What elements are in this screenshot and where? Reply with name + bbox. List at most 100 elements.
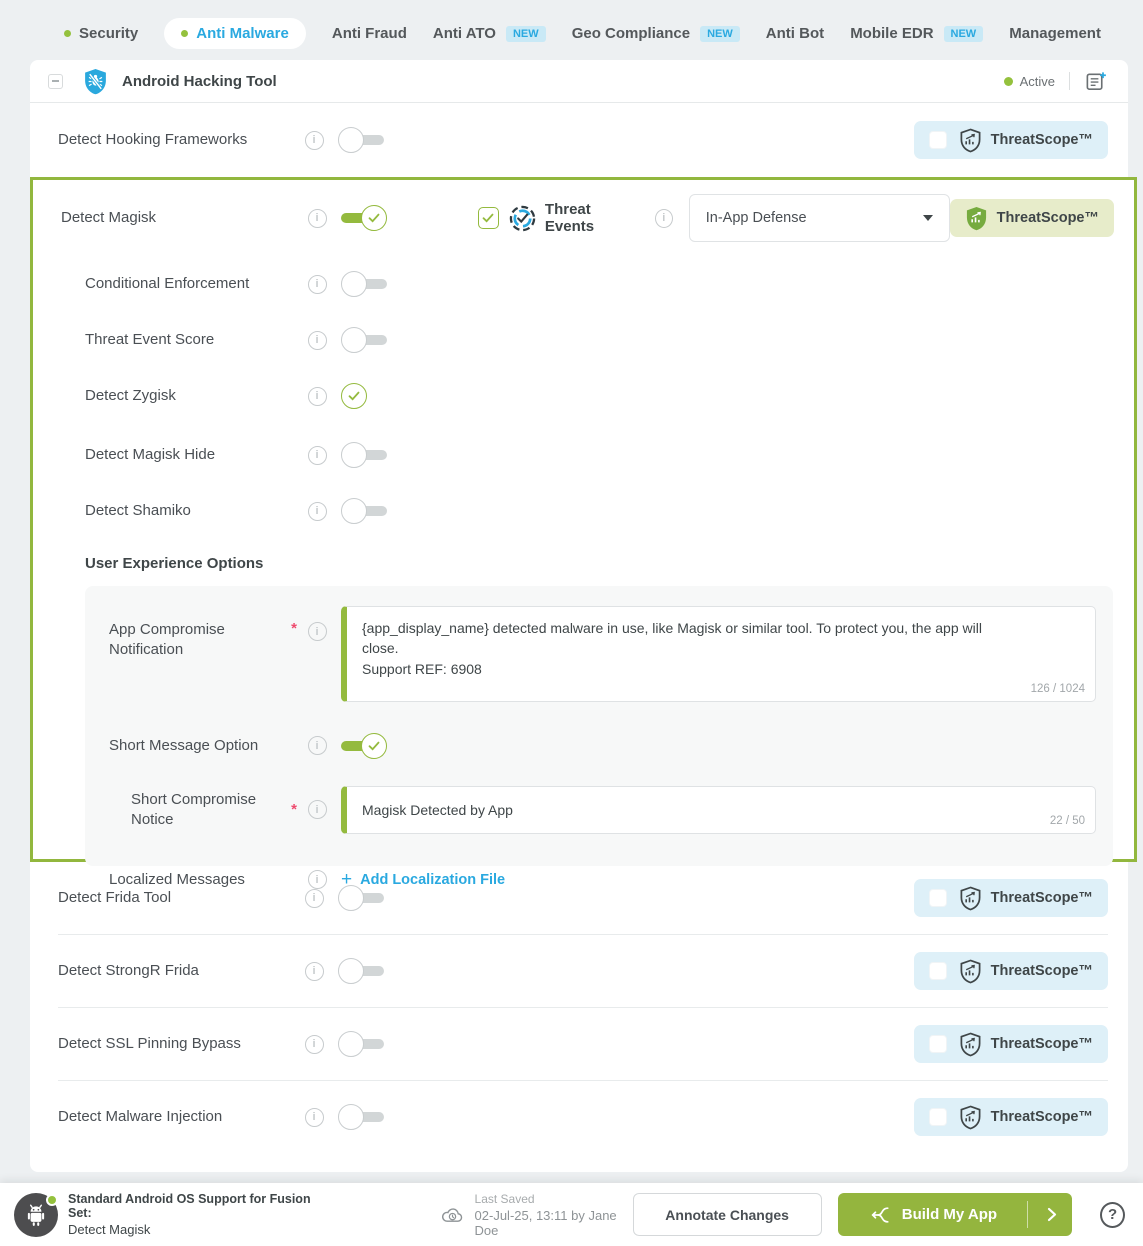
detect-zygisk-checkbox[interactable]	[341, 383, 367, 409]
detect-malware-injection-toggle[interactable]	[338, 1104, 384, 1130]
annotate-changes-button[interactable]: Annotate Changes	[633, 1193, 822, 1236]
threatscope-checkbox[interactable]	[929, 962, 947, 980]
help-icon[interactable]: ?	[1100, 1202, 1125, 1228]
chevron-down-icon	[923, 215, 933, 221]
short-message-option-toggle[interactable]	[341, 733, 387, 759]
collapse-icon[interactable]	[48, 74, 63, 89]
detect-ssl-pinning-bypass-toggle[interactable]	[338, 1031, 384, 1057]
row-conditional-enforcement: Conditional Enforcement i	[33, 256, 1134, 312]
threat-events-checkbox[interactable]	[478, 207, 499, 229]
info-icon[interactable]: i	[305, 131, 324, 150]
row-detect-zygisk: Detect Zygisk i	[33, 368, 1134, 424]
info-icon[interactable]: i	[308, 736, 327, 755]
tab-mobile-edr[interactable]: Mobile EDR NEW	[850, 25, 983, 42]
threatscope-label: ThreatScope™	[991, 1109, 1093, 1125]
char-counter: 126 / 1024	[1031, 683, 1085, 695]
threatscope-checkbox[interactable]	[929, 1108, 947, 1126]
threatscope-checkbox[interactable]	[929, 1035, 947, 1053]
top-nav: Security Anti Malware Anti Fraud Anti AT…	[0, 0, 1143, 54]
info-icon[interactable]: i	[308, 870, 327, 889]
threatscope-button[interactable]: ThreatScope™	[914, 121, 1108, 159]
row-detect-magisk-hide: Detect Magisk Hide i	[33, 424, 1134, 486]
detect-magisk-section: Detect Magisk i	[30, 177, 1137, 862]
info-icon[interactable]: i	[308, 446, 327, 465]
info-icon[interactable]: i	[308, 209, 327, 228]
row-detect-malware-injection: Detect Malware Injection i ThreatScope™	[30, 1081, 1128, 1153]
row-detect-shamiko: Detect Shamiko i	[33, 486, 1134, 536]
tab-label: Geo Compliance	[572, 25, 690, 42]
dropdown-value: In-App Defense	[706, 210, 807, 226]
user-experience-options-heading: User Experience Options	[33, 548, 1134, 578]
build-footer: Standard Android OS Support for Fusion S…	[0, 1183, 1143, 1246]
tab-anti-bot[interactable]: Anti Bot	[766, 25, 824, 42]
tab-anti-ato[interactable]: Anti ATO NEW	[433, 25, 546, 42]
threatscope-button[interactable]: ThreatScope™	[914, 952, 1108, 990]
detect-magisk-toggle[interactable]	[341, 205, 387, 231]
row-detect-ssl-pinning-bypass: Detect SSL Pinning Bypass i ThreatScope™	[30, 1008, 1128, 1080]
tab-anti-fraud[interactable]: Anti Fraud	[332, 25, 407, 42]
status-dot-icon	[1004, 77, 1013, 86]
info-icon[interactable]: i	[308, 331, 327, 350]
tab-geo-compliance[interactable]: Geo Compliance NEW	[572, 25, 740, 42]
info-icon[interactable]: i	[308, 502, 327, 521]
feature-label: Detect SSL Pinning Bypass	[30, 1034, 278, 1054]
detect-strongr-frida-toggle[interactable]	[338, 958, 384, 984]
cloud-saved-icon	[441, 1205, 464, 1224]
threat-events-dropdown[interactable]: In-App Defense	[689, 194, 950, 242]
required-asterisk: *	[281, 620, 307, 637]
threat-events-label: Threat Events	[545, 201, 639, 235]
app-compromise-notification-input[interactable]: {app_display_name} detected malware in u…	[347, 607, 1095, 701]
threatscope-label: ThreatScope™	[991, 963, 1093, 979]
char-counter: 22 / 50	[1050, 815, 1085, 827]
feature-label: Detect Malware Injection	[30, 1107, 278, 1127]
user-experience-options-panel: App Compromise Notification * i {app_dis…	[85, 586, 1113, 866]
detect-magisk-hide-toggle[interactable]	[341, 442, 387, 468]
info-icon[interactable]: i	[305, 889, 324, 908]
new-badge: NEW	[944, 26, 984, 42]
detect-frida-tool-toggle[interactable]	[338, 885, 384, 911]
threatscope-button[interactable]: ThreatScope™	[914, 1098, 1108, 1136]
info-icon[interactable]: i	[308, 622, 327, 641]
info-icon[interactable]: i	[305, 1108, 324, 1127]
detect-hooking-frameworks-toggle[interactable]	[338, 127, 384, 153]
divider	[1069, 72, 1070, 90]
field-label: App Compromise Notification	[85, 620, 281, 659]
add-note-icon[interactable]	[1084, 70, 1108, 93]
fusion-set-name: Detect Magisk	[68, 1222, 323, 1237]
new-badge: NEW	[700, 26, 740, 42]
info-icon[interactable]: i	[308, 800, 327, 819]
tab-anti-malware[interactable]: Anti Malware	[164, 18, 306, 49]
last-saved-value: 02-Jul-25, 13:11 by Jane Doe	[475, 1208, 633, 1238]
app-compromise-notification-field: {app_display_name} detected malware in u…	[341, 606, 1096, 702]
tab-label: Anti Fraud	[332, 25, 407, 42]
row-threat-event-score: Threat Event Score i	[33, 312, 1134, 368]
info-icon[interactable]: i	[308, 275, 327, 294]
android-hacking-tool-card: Android Hacking Tool Active Detect Hooki…	[30, 60, 1128, 1172]
threatscope-checkbox[interactable]	[929, 131, 947, 149]
conditional-enforcement-toggle[interactable]	[341, 271, 387, 297]
info-icon[interactable]: i	[305, 1035, 324, 1054]
info-icon[interactable]: i	[305, 962, 324, 981]
short-compromise-notice-input[interactable]: Magisk Detected by App	[347, 787, 1095, 833]
chevron-right-icon[interactable]	[1047, 1207, 1057, 1222]
feature-label: Detect Frida Tool	[30, 888, 278, 908]
feature-label: Detect Magisk Hide	[33, 445, 281, 465]
threat-event-score-toggle[interactable]	[341, 327, 387, 353]
threatscope-shield-icon	[959, 1032, 982, 1057]
tab-management[interactable]: Management	[1009, 25, 1101, 42]
row-short-compromise-notice: Short Compromise Notice * i Magisk Detec…	[85, 786, 1113, 834]
active-dot-icon	[181, 30, 188, 37]
field-label: Short Compromise Notice	[85, 790, 281, 829]
detect-shamiko-toggle[interactable]	[341, 498, 387, 524]
android-status-dot	[46, 1194, 58, 1206]
threatscope-button[interactable]: ThreatScope™	[914, 1025, 1108, 1063]
threatscope-button[interactable]: ThreatScope™	[914, 879, 1108, 917]
info-icon[interactable]: i	[308, 387, 327, 406]
threatscope-checkbox[interactable]	[929, 889, 947, 907]
info-icon[interactable]: i	[655, 209, 673, 228]
tab-security[interactable]: Security	[64, 25, 138, 42]
tab-label: Anti Bot	[766, 25, 824, 42]
threatscope-shield-icon	[959, 959, 982, 984]
build-my-app-button[interactable]: Build My App	[838, 1193, 1073, 1236]
threatscope-button-active[interactable]: ThreatScope™	[950, 199, 1114, 237]
